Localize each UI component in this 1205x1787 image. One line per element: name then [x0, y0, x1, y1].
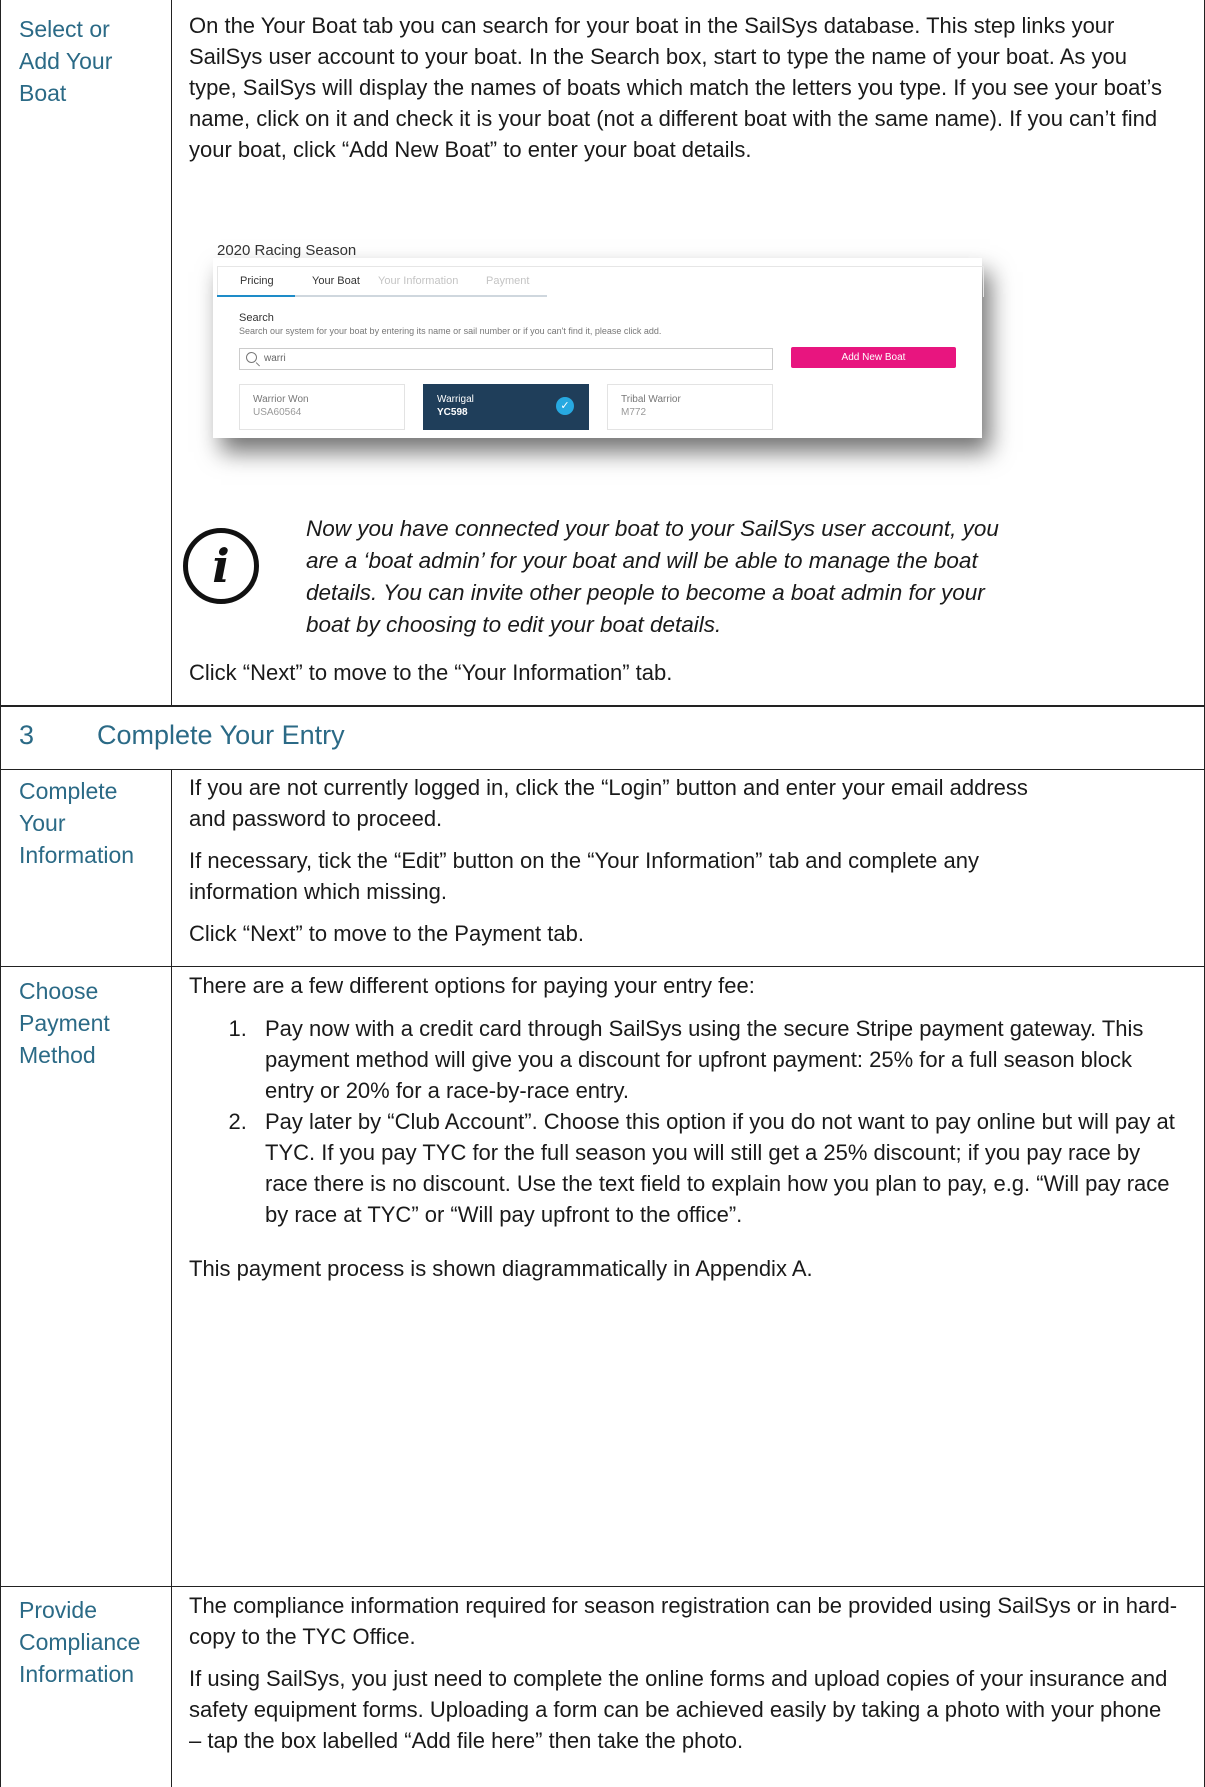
row3-outro: This payment process is shown diagrammat… — [189, 1256, 813, 1281]
tab-your-boat[interactable]: Your Boat — [312, 275, 360, 287]
boat-card[interactable]: Warrior Won USA60564 — [239, 384, 405, 430]
row2-label-line: Your — [19, 810, 66, 836]
row2-label-line: Information — [19, 842, 135, 868]
row1-next: Click “Next” to move to the “Your Inform… — [189, 657, 1189, 688]
boat-name: Warrior Won — [253, 394, 309, 405]
active-tab-indicator — [217, 295, 295, 297]
search-input[interactable]: warri — [239, 348, 773, 370]
row1-label-line: Add Your — [19, 48, 113, 74]
row2-label-line: Complete — [19, 778, 118, 804]
section-title: Complete Your Entry — [97, 720, 345, 750]
next-instruction: Click “Next” to move to the “Your Inform… — [189, 660, 673, 685]
embedded-screenshot: 2020 Racing Season Pricing Your Boat You… — [213, 242, 984, 438]
boat-sail-number: YC598 — [437, 407, 468, 418]
search-label: Search — [239, 312, 274, 324]
section-rule-top — [0, 705, 1204, 707]
check-icon: ✓ — [556, 397, 574, 415]
row4-body: The compliance information required for … — [189, 1590, 1179, 1756]
tab-your-information[interactable]: Your Information — [378, 275, 458, 287]
list-item: Pay now with a credit card through SailS… — [253, 1013, 1179, 1106]
tab-bar: Pricing Your Boat Your Information Payme… — [217, 266, 984, 297]
search-icon — [246, 352, 257, 363]
row3-label-line: Payment — [19, 1010, 110, 1036]
boat-card[interactable]: Tribal Warrior M772 — [607, 384, 773, 430]
section-rule-bottom — [0, 769, 1204, 770]
row2-divider — [171, 769, 172, 1787]
tab-payment[interactable]: Payment — [486, 275, 529, 287]
table-left-border — [0, 0, 1, 1787]
boat-name: Warrigal — [437, 394, 474, 405]
row2-label: Complete Your Information — [19, 775, 134, 871]
row4-label-line: Compliance — [19, 1629, 141, 1655]
row3-body: There are a few different options for pa… — [189, 970, 1179, 1284]
row2-paragraph: If necessary, tick the “Edit” button on … — [189, 848, 979, 904]
row3-intro: There are a few different options for pa… — [189, 973, 755, 998]
section-number: 3 — [19, 720, 35, 750]
row3-label: Choose Payment Method — [19, 975, 110, 1071]
row4-label-line: Information — [19, 1661, 135, 1687]
row2-body: If you are not currently logged in, clic… — [189, 772, 1049, 949]
boat-sail-number: USA60564 — [253, 407, 302, 418]
screenshot-title: 2020 Racing Season — [217, 242, 357, 259]
row4-rule — [0, 1586, 1204, 1587]
row1-paragraph: On the Your Boat tab you can search for … — [189, 13, 1162, 162]
search-value: warri — [264, 353, 286, 364]
boat-name: Tribal Warrior — [621, 394, 681, 405]
row3-label-line: Method — [19, 1042, 96, 1068]
row4-label: Provide Compliance Information — [19, 1594, 140, 1690]
search-hint: Search our system for your boat by enter… — [239, 326, 662, 336]
row1-body: On the Your Boat tab you can search for … — [189, 10, 1169, 165]
row2-paragraph: If you are not currently logged in, clic… — [189, 775, 1028, 831]
row4-paragraph: The compliance information required for … — [189, 1593, 1178, 1649]
row1-label: Select or Add Your Boat — [19, 13, 112, 109]
tab-pricing[interactable]: Pricing — [240, 275, 274, 287]
row1-label-line: Boat — [19, 80, 67, 106]
payment-options-list: Pay now with a credit card through SailS… — [189, 1013, 1179, 1230]
row2-paragraph: Click “Next” to move to the Payment tab. — [189, 921, 584, 946]
info-circle-icon: i — [183, 528, 259, 604]
row1-label-line: Select or — [19, 16, 110, 42]
tab-underline — [217, 295, 547, 297]
list-item: Pay later by “Club Account”. Choose this… — [253, 1106, 1179, 1230]
section-heading: 3 Complete Your Entry — [19, 720, 345, 751]
info-note-text: Now you have connected your boat to your… — [306, 516, 999, 637]
row3-rule — [0, 966, 1204, 967]
row1-note: Now you have connected your boat to your… — [306, 513, 1034, 641]
row4-label-line: Provide — [19, 1597, 97, 1623]
add-new-boat-button[interactable]: Add New Boat — [791, 347, 956, 368]
boat-card-selected[interactable]: Warrigal YC598 ✓ — [423, 384, 589, 430]
row3-label-line: Choose — [19, 978, 99, 1004]
row1-divider — [171, 0, 172, 705]
row4-paragraph: If using SailSys, you just need to compl… — [189, 1666, 1168, 1753]
boat-sail-number: M772 — [621, 407, 647, 418]
